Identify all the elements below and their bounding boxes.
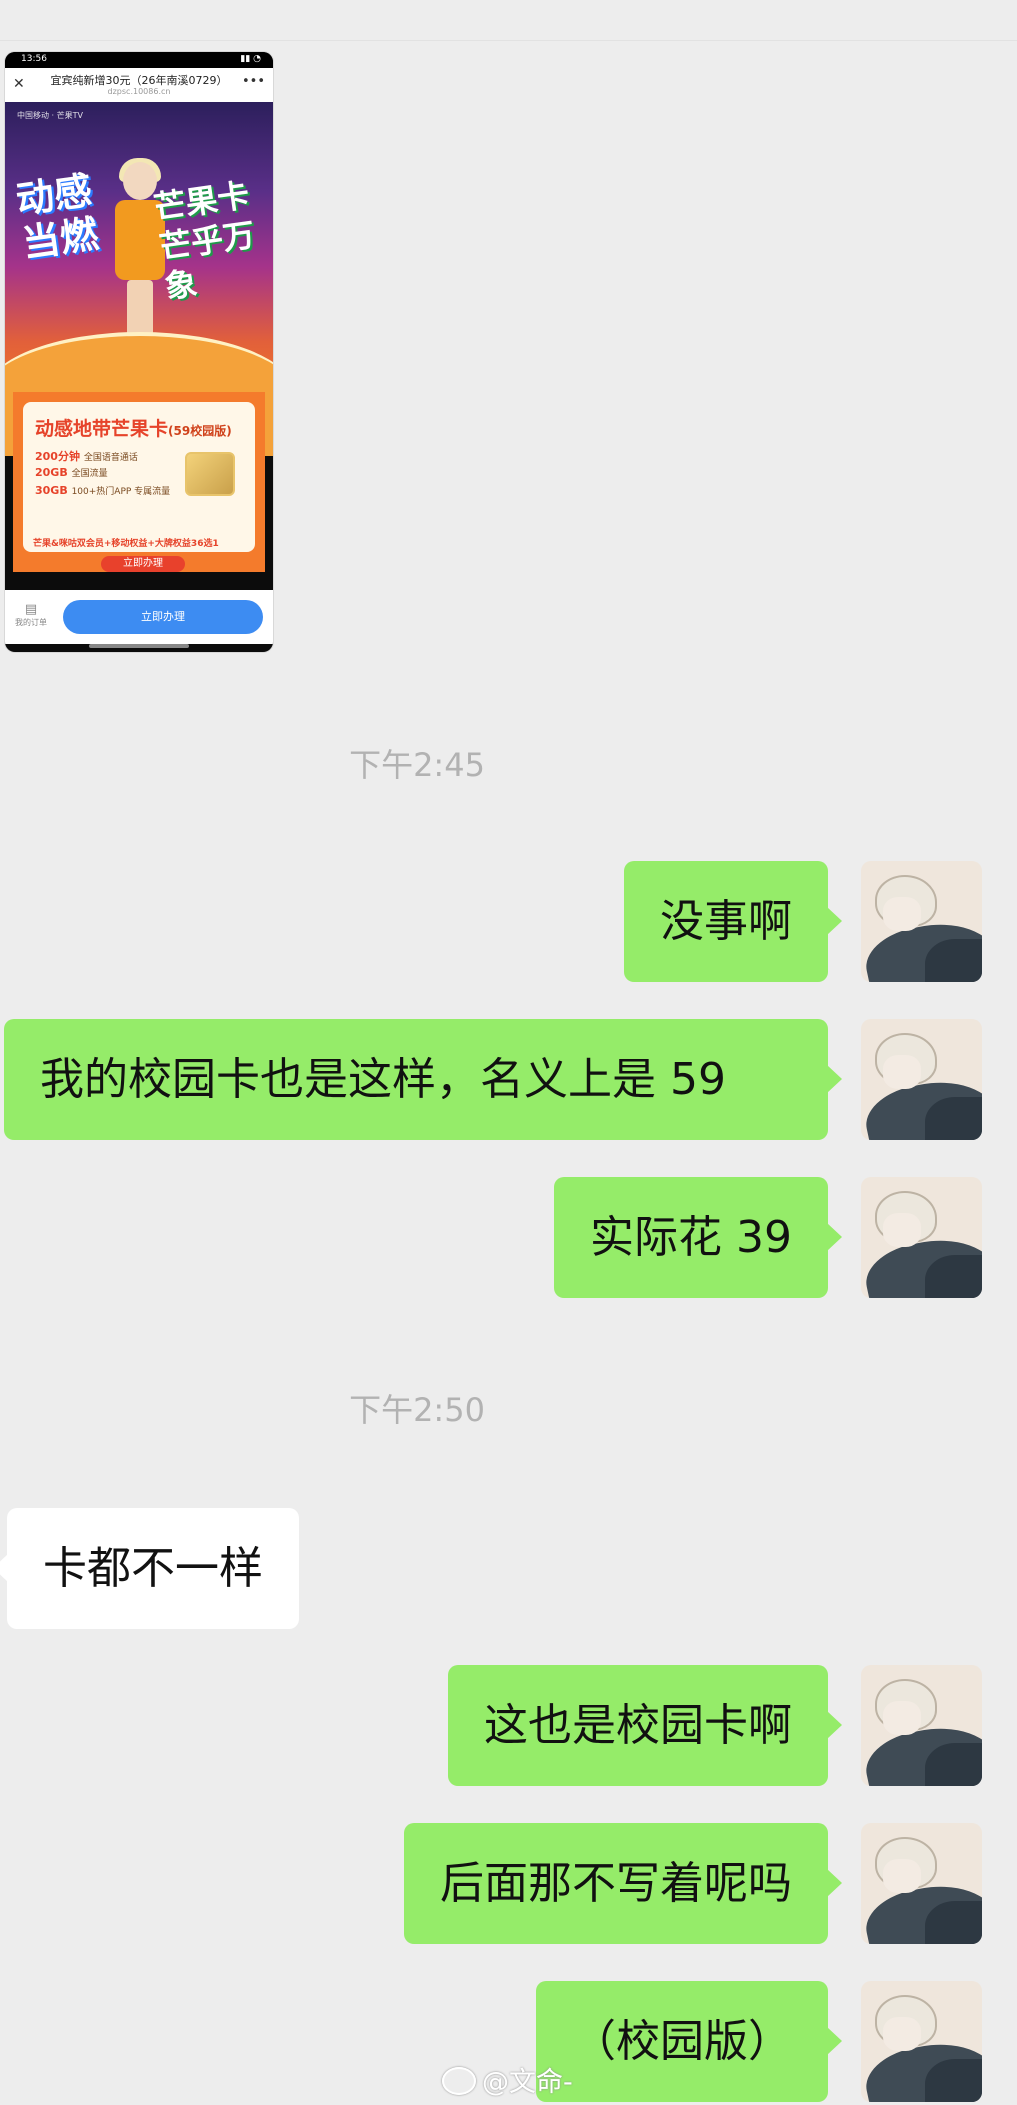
feature-app-data: 30GB 100+热门APP 专属流量: [35, 484, 175, 497]
message-bubble-sent[interactable]: 后面那不写着呢吗: [404, 1823, 842, 1944]
watermark-text: @文命-: [482, 2067, 573, 2098]
message-bubble-sent[interactable]: （校园版）: [536, 1981, 842, 2102]
banner-left-text: 动感当燃: [13, 168, 101, 266]
feature-voice-desc: 全国语音通话: [83, 453, 138, 463]
home-indicator: [89, 644, 189, 648]
message-bubble-sent[interactable]: 我的校园卡也是这样，名义上是 59: [4, 1019, 842, 1140]
webview-url: dzpsc.10086.cn: [107, 87, 171, 96]
phone-status-icons: ▮▮ ◔: [240, 54, 261, 64]
my-orders-label: 我的订单: [15, 618, 47, 627]
promo-banner: 中国移动 · 芒果TV 动感当燃 芒果卡 芒乎万象: [5, 102, 273, 456]
plan-title: 动感地带芒果卡(59校园版): [35, 414, 232, 441]
webview-header: ✕ 宜宾纯新增30元（26年南溪0729） dzpsc.10086.cn •••: [5, 68, 273, 102]
plan-card-inner: 动感地带芒果卡(59校园版) 200分钟 全国语音通话 20GB 全国流量 30…: [23, 402, 255, 552]
message-bubble-received[interactable]: 卡都不一样: [0, 1508, 299, 1629]
plan-title-suffix: (59校园版): [168, 424, 232, 438]
feature-data-desc: 全国流量: [71, 469, 108, 479]
my-orders: ▤ 我的订单: [11, 602, 51, 628]
phone-status-bar: 13:56 ▮▮ ◔: [5, 52, 273, 68]
apply-button: 立即办理: [63, 600, 263, 634]
plan-title-text: 动感地带芒果卡: [35, 418, 169, 440]
more-icon: •••: [241, 74, 265, 89]
feature-app-data-desc: 100+热门APP 专属流量: [71, 487, 171, 497]
brand-strip: 中国移动 · 芒果TV: [17, 111, 83, 120]
orders-icon: ▤: [24, 602, 38, 617]
avatar[interactable]: [861, 1177, 982, 1298]
timestamp: 下午2:50: [349, 1391, 485, 1429]
sim-chip-icon: [185, 452, 235, 496]
message-bubble-sent[interactable]: 没事啊: [624, 861, 842, 982]
banner-right-text: 芒果卡 芒乎万象: [151, 175, 258, 307]
avatar[interactable]: [861, 1665, 982, 1786]
webview-title: 宜宾纯新增30元（26年南溪0729）: [50, 74, 228, 87]
feature-voice-value: 200分钟: [35, 450, 80, 463]
plan-cta-button: 立即办理: [101, 556, 185, 572]
avatar[interactable]: [861, 1019, 982, 1140]
message-bubble-sent[interactable]: 实际花 39: [554, 1177, 842, 1298]
close-icon: ✕: [13, 76, 25, 92]
webview-bottom-bar: ▤ 我的订单 立即办理: [5, 590, 273, 644]
avatar[interactable]: [861, 1981, 982, 2102]
message-bubble-sent[interactable]: 这也是校园卡啊: [448, 1665, 842, 1786]
image-message[interactable]: 13:56 ▮▮ ◔ ✕ 宜宾纯新增30元（26年南溪0729） dzpsc.1…: [5, 52, 273, 652]
feature-data: 20GB 全国流量: [35, 466, 108, 479]
feature-app-data-value: 30GB: [35, 484, 68, 497]
avatar[interactable]: [861, 861, 982, 982]
weibo-icon: [442, 2067, 476, 2095]
feature-voice: 200分钟 全国语音通话: [35, 448, 138, 464]
plan-card: 动感地带芒果卡(59校园版) 200分钟 全国语音通话 20GB 全国流量 30…: [13, 392, 265, 572]
avatar[interactable]: [861, 1823, 982, 1944]
phone-clock: 13:56: [21, 54, 47, 64]
top-divider: [0, 0, 1017, 41]
weibo-watermark: @文命-: [442, 2060, 573, 2099]
timestamp: 下午2:45: [349, 746, 485, 784]
plan-perks: 芒果&咪咕双会员+移动权益+大牌权益36选1: [33, 539, 219, 549]
feature-data-value: 20GB: [35, 466, 68, 479]
